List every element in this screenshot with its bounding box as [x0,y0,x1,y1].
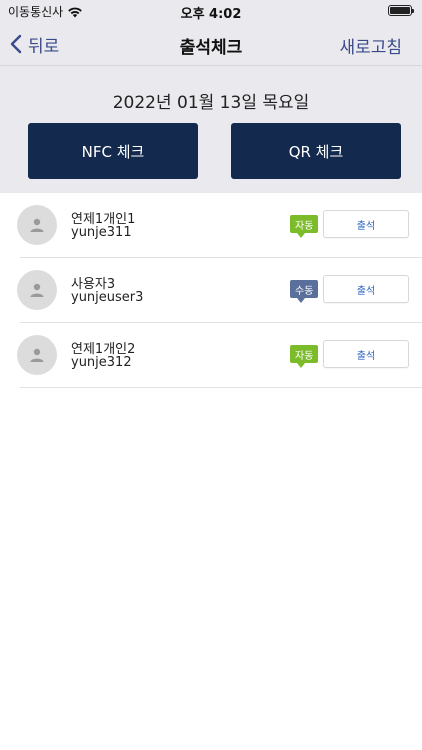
avatar [17,205,57,245]
battery-level [390,7,410,14]
status-time: 오후 4:02 [180,7,242,22]
attend-button[interactable]: 출석 [323,275,409,303]
person-icon [30,348,44,362]
nfc-check-button[interactable]: NFC 체크 [28,123,198,179]
attendance-header: 2022년 01월 13일 목요일 NFC 체크 QR 체크 [0,66,422,193]
status-bar: 이동통신사 오후 4:02 [0,0,422,22]
user-list: 연제1개인1 yunje311 자동 출석 사용자3 yunjeuser3 수동… [0,193,422,388]
attend-button[interactable]: 출석 [323,340,409,368]
user-id: yunje311 [71,225,132,240]
navigation-bar: 뒤로 출석체크 새로고침 [0,22,422,66]
list-item: 연제1개인1 yunje311 자동 출석 [17,193,422,258]
refresh-button[interactable]: 새로고침 [339,33,402,58]
user-id: yunje312 [71,355,132,370]
attend-button[interactable]: 출석 [323,210,409,238]
list-item: 사용자3 yunjeuser3 수동 출석 [17,258,422,323]
battery-icon [388,5,414,16]
user-id: yunjeuser3 [71,290,144,305]
mode-badge: 자동 [290,345,319,368]
list-item: 연제1개인2 yunje312 자동 출석 [17,323,422,388]
person-icon [30,283,44,297]
mode-badge: 자동 [290,215,319,238]
back-label: 뒤로 [28,36,60,57]
current-date: 2022년 01월 13일 목요일 [112,93,310,113]
chevron-left-icon [10,34,22,54]
avatar [17,270,57,310]
back-button[interactable]: 뒤로 [10,30,59,58]
person-icon [30,218,44,232]
qr-check-button[interactable]: QR 체크 [231,123,401,179]
avatar [17,335,57,375]
mode-badge: 수동 [290,280,319,303]
